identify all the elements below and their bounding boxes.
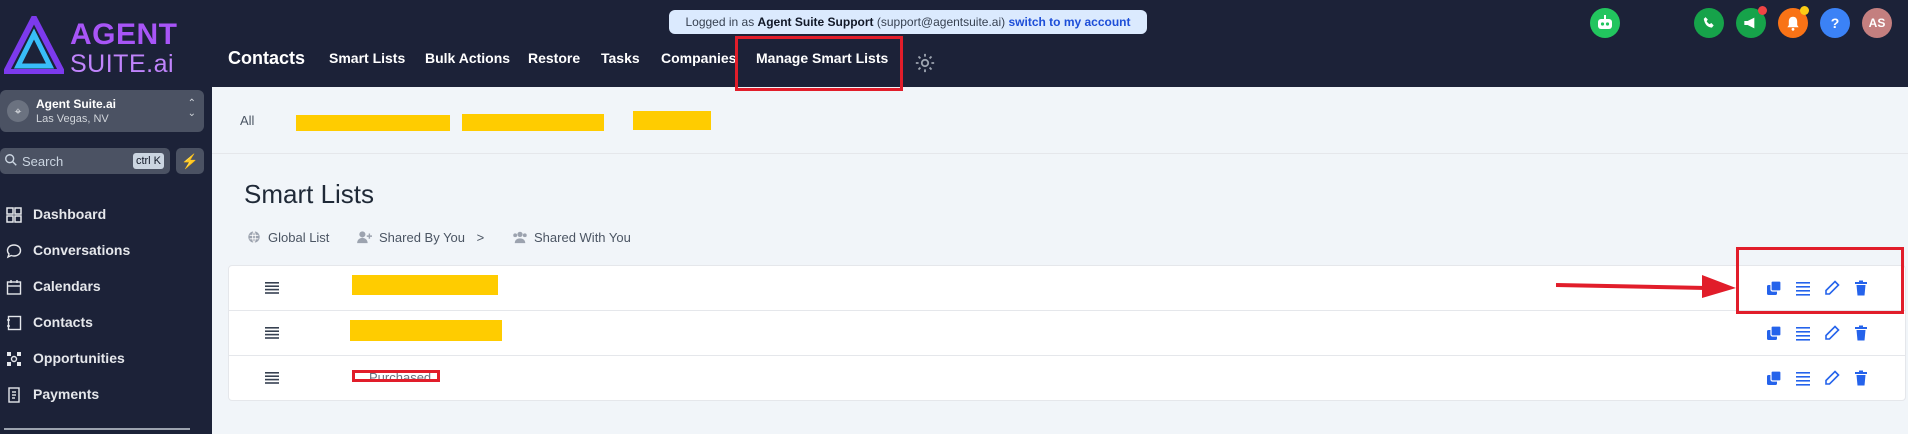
notification-dot: [1758, 6, 1767, 15]
tab-smart-lists[interactable]: Smart Lists: [329, 50, 405, 66]
filter-tab-all[interactable]: All: [240, 113, 254, 128]
drag-handle-icon[interactable]: [265, 282, 279, 294]
sidebar-item-dashboard[interactable]: Dashboard: [0, 204, 200, 226]
sidebar-item-contacts[interactable]: Contacts: [0, 312, 200, 334]
delete-icon[interactable]: [1853, 370, 1869, 386]
brand-line1: AGENT: [70, 18, 178, 51]
bot-icon[interactable]: [1590, 8, 1620, 38]
edit-icon[interactable]: [1824, 370, 1840, 386]
tab-tasks[interactable]: Tasks: [601, 50, 640, 66]
duplicate-icon[interactable]: [1766, 370, 1782, 386]
sub-tab-chevron: >: [476, 230, 485, 245]
calendar-icon: [6, 280, 22, 295]
sidebar-item-calendars[interactable]: Calendars: [0, 276, 200, 298]
annotation-highlight-tab: [735, 36, 903, 91]
account-location: Las Vegas, NV: [36, 113, 109, 125]
settings-gear-icon[interactable]: [914, 52, 936, 74]
search-placeholder: Search: [22, 154, 64, 169]
redacted-tab[interactable]: [296, 115, 450, 131]
dashboard-icon: [6, 207, 22, 223]
sidebar-item-opportunities[interactable]: Opportunities: [0, 348, 200, 370]
payments-icon: [8, 387, 20, 403]
sidebar-divider: [4, 428, 190, 430]
tab-companies[interactable]: Companies: [661, 50, 736, 66]
login-email: (support@agentsuite.ai): [876, 15, 1006, 29]
redacted-list-name[interactable]: [352, 275, 498, 295]
list-icon[interactable]: [1795, 325, 1811, 341]
sidebar-item-label: Dashboard: [33, 206, 107, 222]
sub-tab-label: Shared With You: [534, 230, 631, 245]
chat-icon: [6, 244, 22, 259]
top-bar: AGENT SUITE.ai Logged in as Agent Suite …: [0, 0, 1908, 91]
sidebar-item-label: Contacts: [33, 314, 93, 330]
contacts-icon: [7, 315, 22, 331]
sidebar-item-label: Payments: [33, 386, 100, 402]
table-row[interactable]: Purchased: [229, 356, 1905, 401]
annotation-arrow-icon: [1556, 275, 1736, 298]
table-row[interactable]: [229, 311, 1905, 356]
login-banner: Logged in as Agent Suite Support (suppor…: [669, 10, 1147, 34]
sidebar-item-payments[interactable]: Payments: [0, 384, 200, 406]
alert-dot: [1800, 6, 1809, 15]
account-name: Agent Suite.ai: [36, 97, 117, 111]
redacted-tab[interactable]: [462, 114, 604, 131]
tab-restore[interactable]: Restore: [528, 50, 580, 66]
phone-icon[interactable]: [1694, 8, 1724, 38]
drag-handle-icon[interactable]: [265, 327, 279, 339]
redacted-list-name[interactable]: [350, 320, 502, 341]
delete-icon[interactable]: [1853, 325, 1869, 341]
search-shortcut: ctrl K: [132, 153, 164, 169]
tab-shared-with-you[interactable]: Shared With You: [512, 230, 631, 245]
sidebar-item-label: Opportunities: [33, 350, 125, 366]
user-avatar[interactable]: AS: [1862, 8, 1892, 38]
switch-account-link[interactable]: switch to my account: [1008, 15, 1130, 29]
duplicate-icon[interactable]: [1766, 325, 1782, 341]
main-content: All Smart Lists Global List Shared By Yo…: [212, 87, 1908, 434]
megaphone-icon[interactable]: [1736, 6, 1767, 38]
opportunities-icon: [7, 352, 21, 366]
edit-icon[interactable]: [1824, 325, 1840, 341]
sidebar-item-label: Calendars: [33, 278, 101, 294]
search-input[interactable]: Search ctrl K: [0, 148, 170, 174]
sub-tab-label: Global List: [268, 230, 330, 245]
sidebar: ⌖ Agent Suite.ai Las Vegas, NV ⌃ ⌄ Search…: [0, 87, 212, 434]
login-user: Agent Suite Support: [757, 15, 874, 29]
redacted-tab[interactable]: [633, 111, 711, 130]
tab-global-list[interactable]: Global List: [246, 230, 329, 245]
logo-mark-icon: [4, 16, 64, 74]
users-icon: [513, 231, 527, 244]
account-switcher[interactable]: ⌖ Agent Suite.ai Las Vegas, NV ⌃ ⌄: [0, 90, 204, 132]
globe-icon: [248, 231, 260, 243]
tab-shared-by-you[interactable]: Shared By You >: [357, 230, 484, 245]
search-icon: [5, 154, 17, 166]
page-title: Smart Lists: [244, 179, 375, 209]
drag-handle-icon[interactable]: [265, 372, 279, 384]
sidebar-item-label: Conversations: [33, 242, 131, 258]
sidebar-item-conversations[interactable]: Conversations: [0, 240, 200, 262]
section-divider: [212, 153, 1908, 154]
brand-logo[interactable]: AGENT SUITE.ai: [0, 10, 212, 80]
nav-title: Contacts: [228, 48, 306, 68]
login-prefix: Logged in as: [685, 15, 755, 29]
brand-line2: SUITE.ai: [70, 50, 175, 78]
help-icon[interactable]: ?: [1820, 8, 1850, 38]
chevron-updown-icon: ⌃ ⌄: [187, 98, 196, 119]
user-plus-icon: [357, 231, 372, 244]
list-icon[interactable]: [1795, 370, 1811, 386]
tab-bulk-actions[interactable]: Bulk Actions: [425, 50, 510, 66]
annotation-highlight-actions: [1736, 247, 1904, 314]
quick-action-bolt-icon[interactable]: ⚡: [176, 148, 204, 174]
bell-icon[interactable]: [1778, 6, 1809, 38]
annotation-redaction-box: [352, 370, 440, 382]
location-pin-icon: ⌖: [7, 100, 29, 122]
sub-tab-label: Shared By You: [379, 230, 466, 245]
